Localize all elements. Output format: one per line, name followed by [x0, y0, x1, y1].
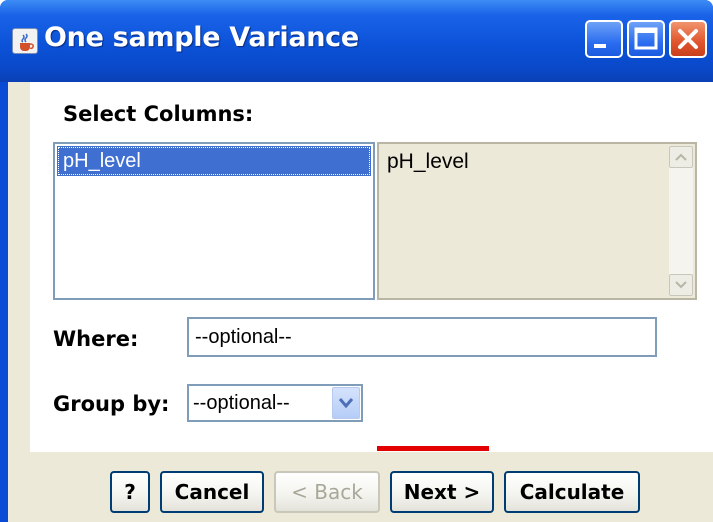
button-bar: ? Cancel < Back Next > Calculate	[8, 452, 713, 522]
minimize-button[interactable]	[585, 20, 623, 58]
next-button-highlight	[377, 446, 489, 451]
selected-columns-list[interactable]: pH_level	[377, 142, 697, 300]
list-item-selected[interactable]: pH_level	[57, 146, 371, 176]
help-button[interactable]: ?	[110, 471, 150, 513]
group-by-value: --optional--	[193, 392, 290, 414]
group-by-label: Group by:	[53, 392, 170, 416]
where-input[interactable]	[187, 317, 657, 357]
cancel-button[interactable]: Cancel	[160, 471, 264, 513]
available-columns-list[interactable]: pH_level	[53, 142, 375, 300]
form-panel: Select Columns: pH_level pH_level Where:…	[30, 82, 713, 452]
calculate-button[interactable]: Calculate	[504, 471, 640, 513]
vertical-scrollbar[interactable]	[669, 146, 693, 296]
dialog-window: One sample Variance Select Columns: pH_l…	[0, 0, 713, 522]
next-button[interactable]: Next >	[390, 471, 494, 513]
scroll-up-arrow[interactable]	[669, 146, 693, 168]
title-bar[interactable]: One sample Variance	[0, 0, 713, 82]
group-by-select[interactable]: --optional--	[187, 384, 363, 422]
scroll-down-arrow[interactable]	[669, 274, 693, 296]
dialog-content: Select Columns: pH_level pH_level Where:…	[8, 82, 713, 522]
where-label: Where:	[53, 327, 139, 351]
list-item[interactable]: pH_level	[387, 150, 469, 174]
close-button[interactable]	[669, 20, 707, 58]
window-title: One sample Variance	[44, 22, 359, 53]
back-button[interactable]: < Back	[274, 471, 380, 513]
maximize-button[interactable]	[627, 20, 665, 58]
java-cup-icon	[12, 28, 38, 54]
chevron-down-icon[interactable]	[332, 387, 360, 419]
select-columns-label: Select Columns:	[63, 102, 254, 126]
